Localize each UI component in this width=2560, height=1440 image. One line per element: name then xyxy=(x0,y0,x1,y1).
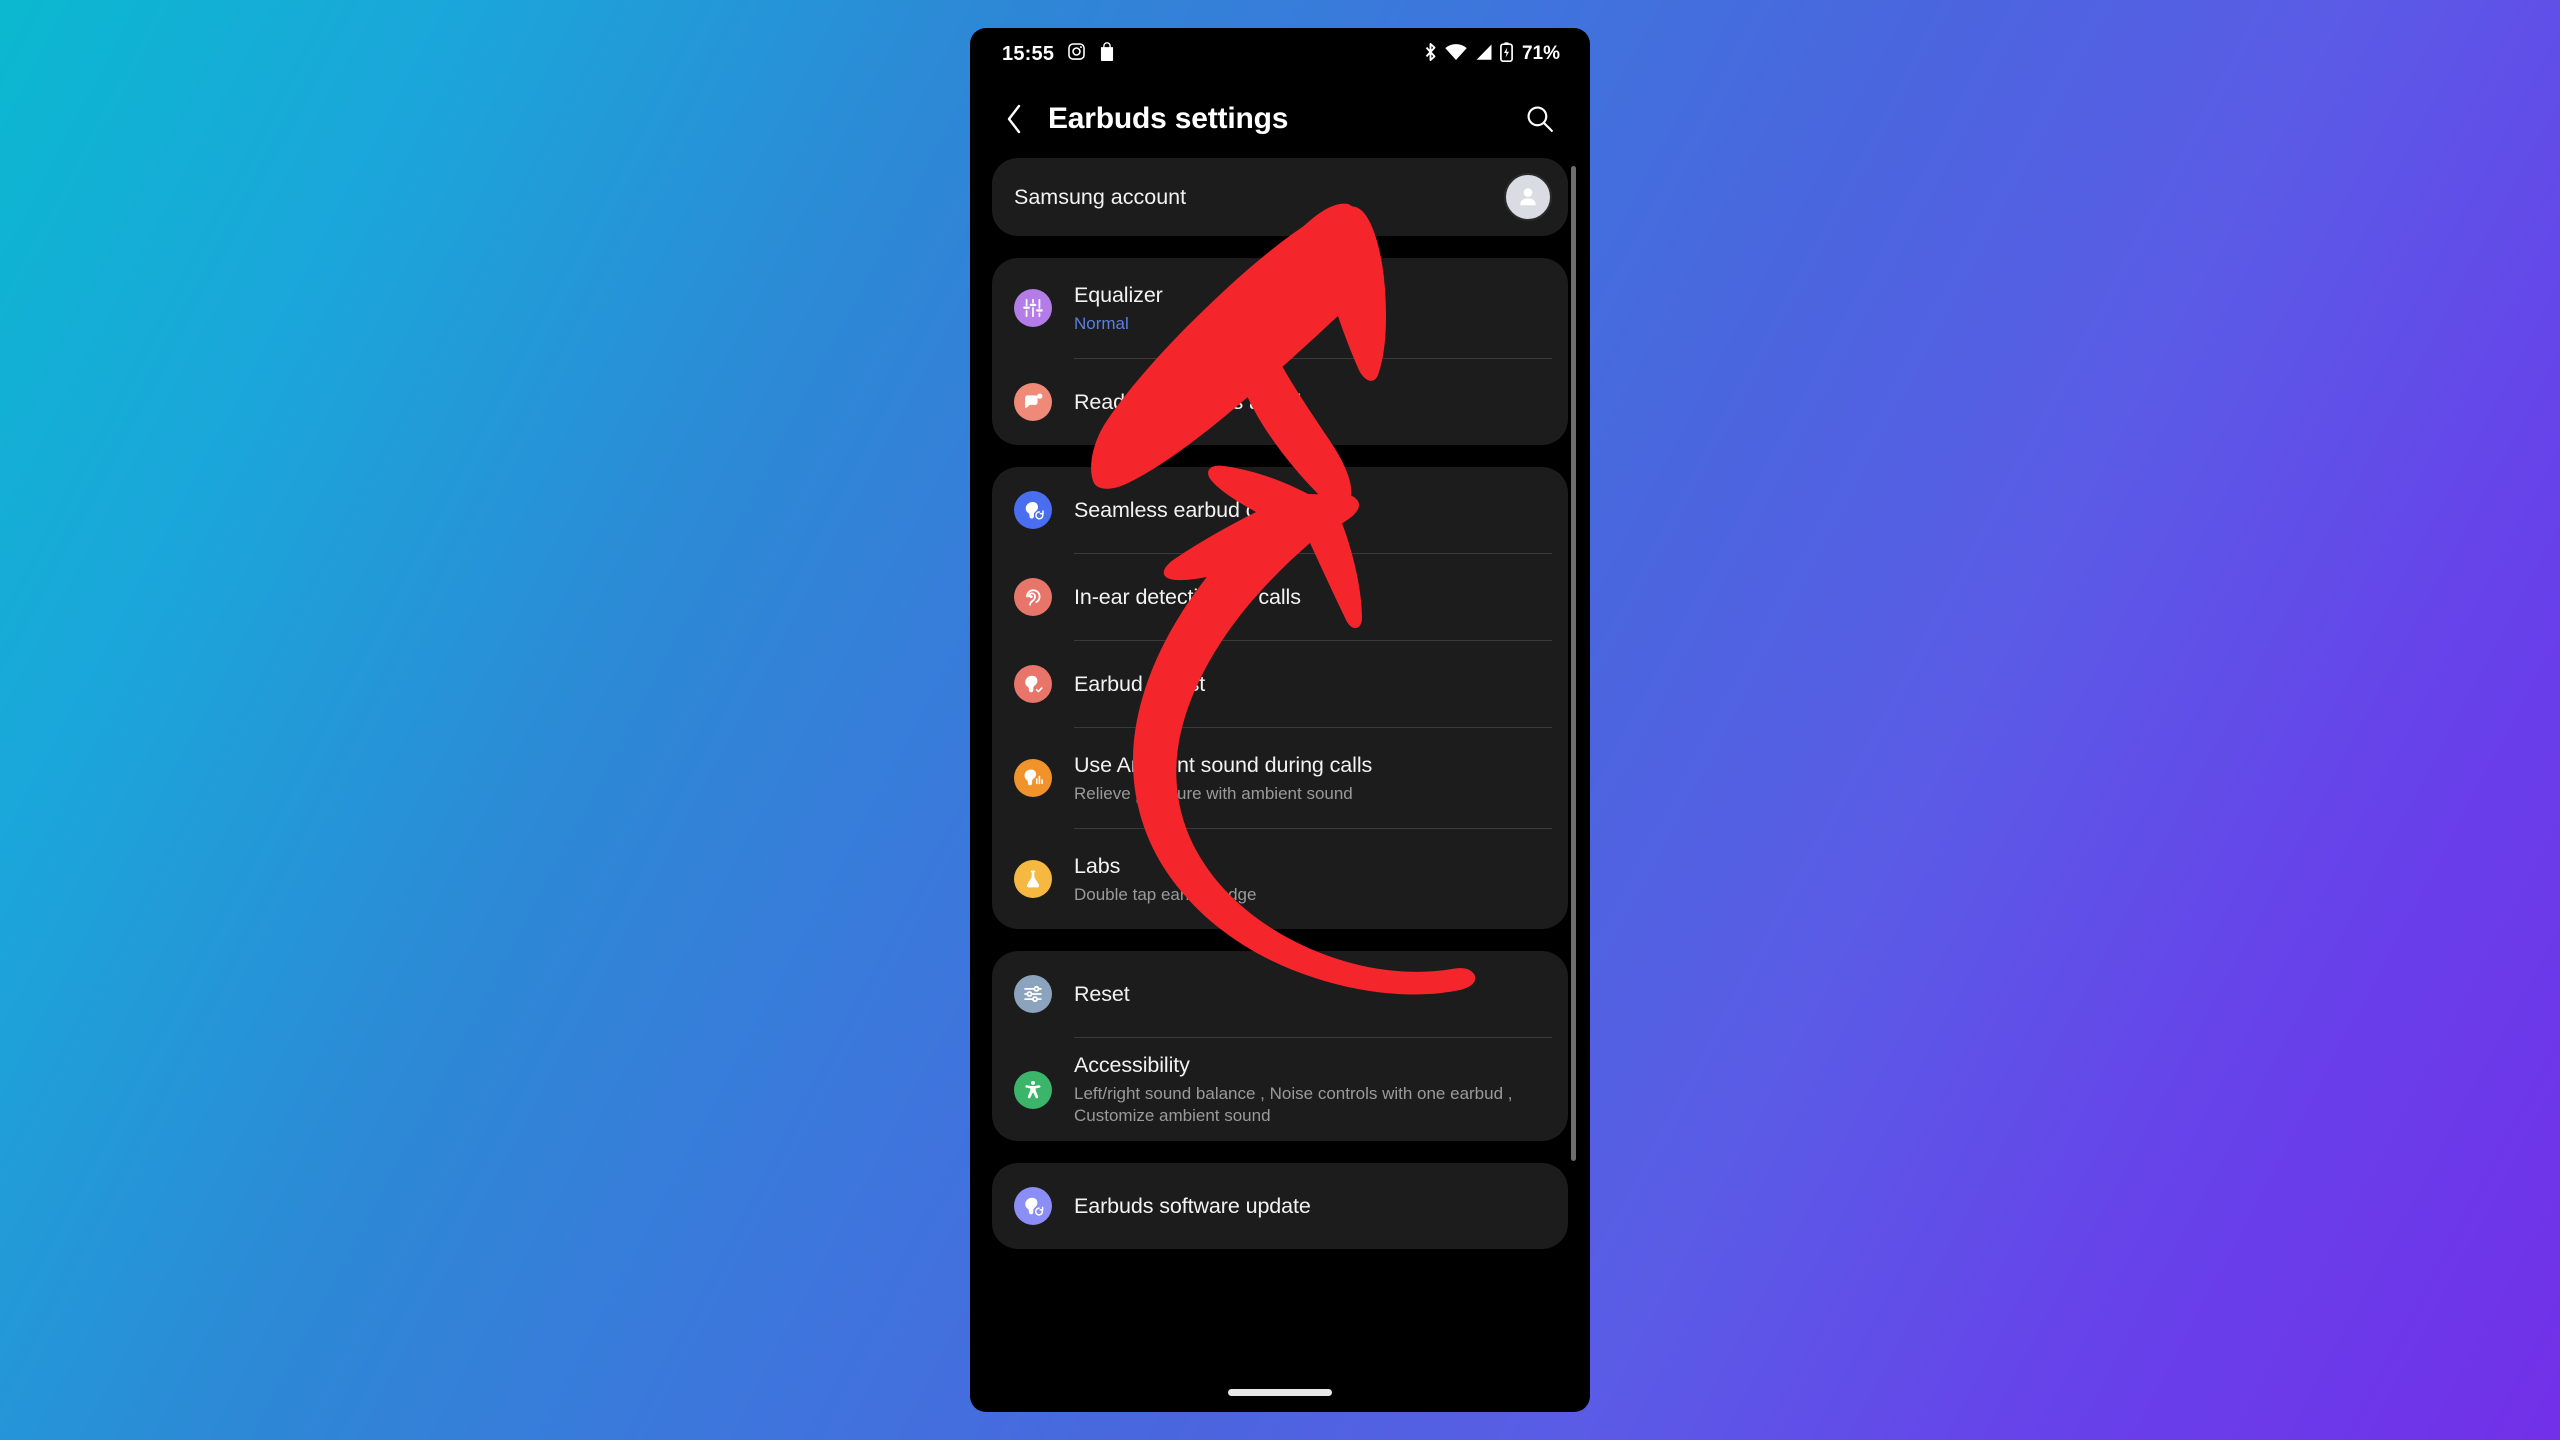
ear-detection-icon xyxy=(1014,578,1052,616)
row-in-ear-detection-for-calls[interactable]: In-ear detection for calls xyxy=(992,554,1568,640)
settings-scroll-area[interactable]: Samsung account Equalizer Normal Read no… xyxy=(970,158,1590,1372)
accessibility-person-icon xyxy=(1014,1070,1052,1109)
row-seamless-text: Seamless earbud connection xyxy=(1074,483,1546,538)
wallpaper-background: 15:55 71% Earbuds settings Samsung accou… xyxy=(0,0,2560,1440)
row-title: In-ear detection for calls xyxy=(1074,584,1301,609)
system-section-card: Reset Accessibility Left/right sound bal… xyxy=(992,951,1568,1141)
chevron-left-icon xyxy=(1007,104,1020,134)
row-title: Seamless earbud connection xyxy=(1074,497,1349,522)
row-labs[interactable]: Labs Double tap earbud edge xyxy=(992,829,1568,929)
scrollbar-track[interactable] xyxy=(1571,158,1576,1372)
row-in-ear-text: In-ear detection for calls xyxy=(1074,570,1546,625)
wifi-icon xyxy=(1445,43,1467,66)
row-earbuds-software-update[interactable]: Earbuds software update xyxy=(992,1163,1568,1249)
row-reset-text: Reset xyxy=(1074,967,1546,1022)
samsung-account-row[interactable]: Samsung account xyxy=(992,158,1568,236)
home-gesture-pill[interactable] xyxy=(1228,1388,1332,1396)
row-update-text: Earbuds software update xyxy=(1074,1179,1546,1234)
title-bar: Earbuds settings xyxy=(970,80,1590,158)
row-title: Reset xyxy=(1074,981,1130,1006)
row-accessibility[interactable]: Accessibility Left/right sound balance ,… xyxy=(992,1038,1568,1141)
row-subtitle: Double tap earbud edge xyxy=(1074,884,1257,904)
search-icon xyxy=(1527,106,1553,132)
signal-icon xyxy=(1474,43,1493,66)
row-title: Read notifications aloud xyxy=(1074,389,1302,414)
row-earbud-fit-test[interactable]: Earbud fit test xyxy=(992,641,1568,727)
row-reset[interactable]: Reset xyxy=(992,951,1568,1037)
row-labs-text: Labs Double tap earbud edge xyxy=(1074,839,1546,920)
lab-flask-icon xyxy=(1014,860,1052,898)
status-bar-right: 71% xyxy=(1423,41,1560,67)
row-subtitle: Normal xyxy=(1074,313,1129,333)
bluetooth-icon xyxy=(1423,42,1438,67)
ambient-sound-waves-icon xyxy=(1014,759,1052,797)
shopping-bag-icon xyxy=(1099,42,1115,66)
samsung-account-card: Samsung account xyxy=(992,158,1568,236)
row-equalizer-text: Equalizer Normal xyxy=(1074,268,1546,349)
row-subtitle: Relieve pressure with ambient sound xyxy=(1074,783,1353,803)
row-title: Earbuds software update xyxy=(1074,1193,1311,1218)
status-bar-left: 15:55 xyxy=(1002,42,1115,66)
person-icon xyxy=(1520,188,1536,206)
row-title: Accessibility xyxy=(1074,1053,1190,1077)
row-subtitle: Left/right sound balance , Noise control… xyxy=(1074,1084,1513,1125)
earbud-check-icon xyxy=(1014,665,1052,703)
row-title: Labs xyxy=(1074,853,1121,878)
person-avatar[interactable] xyxy=(1504,173,1552,221)
earbud-sync-icon xyxy=(1014,491,1052,529)
earbud-update-icon xyxy=(1014,1187,1052,1225)
row-use-ambient-sound-during-calls[interactable]: Use Ambient sound during calls Relieve p… xyxy=(992,728,1568,828)
row-accessibility-text: Accessibility Left/right sound balance ,… xyxy=(1074,1038,1546,1141)
row-ambient-text: Use Ambient sound during calls Relieve p… xyxy=(1074,738,1546,819)
row-title: Earbud fit test xyxy=(1074,671,1206,696)
scrollbar-thumb[interactable] xyxy=(1571,166,1576,1161)
page-title: Earbuds settings xyxy=(1048,102,1289,135)
battery-icon xyxy=(1500,41,1513,67)
navigation-bar xyxy=(970,1372,1590,1412)
equalizer-sliders-icon xyxy=(1014,289,1052,327)
row-read-notifications-aloud[interactable]: Read notifications aloud xyxy=(992,359,1568,445)
row-title: Use Ambient sound during calls xyxy=(1074,752,1373,777)
row-read-notifications-text: Read notifications aloud xyxy=(1074,375,1546,430)
status-bar: 15:55 71% xyxy=(970,28,1590,80)
instagram-icon xyxy=(1067,42,1086,66)
reset-sliders-icon xyxy=(1014,975,1052,1013)
update-section-card: Earbuds software update xyxy=(992,1163,1568,1249)
row-title: Equalizer xyxy=(1074,282,1163,307)
status-time: 15:55 xyxy=(1002,42,1055,65)
samsung-account-label: Samsung account xyxy=(1014,184,1187,209)
connection-section-card: Seamless earbud connection In-ear detect… xyxy=(992,467,1568,929)
sound-section-card: Equalizer Normal Read notifications alou… xyxy=(992,258,1568,445)
phone-screen: 15:55 71% Earbuds settings Samsung accou… xyxy=(970,28,1590,1412)
row-equalizer[interactable]: Equalizer Normal xyxy=(992,258,1568,358)
back-button[interactable] xyxy=(992,97,1036,141)
search-button[interactable] xyxy=(1518,97,1562,141)
row-earbud-fit-text: Earbud fit test xyxy=(1074,657,1546,712)
speech-bubble-notification-icon xyxy=(1014,383,1052,421)
row-seamless-earbud-connection[interactable]: Seamless earbud connection xyxy=(992,467,1568,553)
battery-percent: 71% xyxy=(1521,43,1560,64)
